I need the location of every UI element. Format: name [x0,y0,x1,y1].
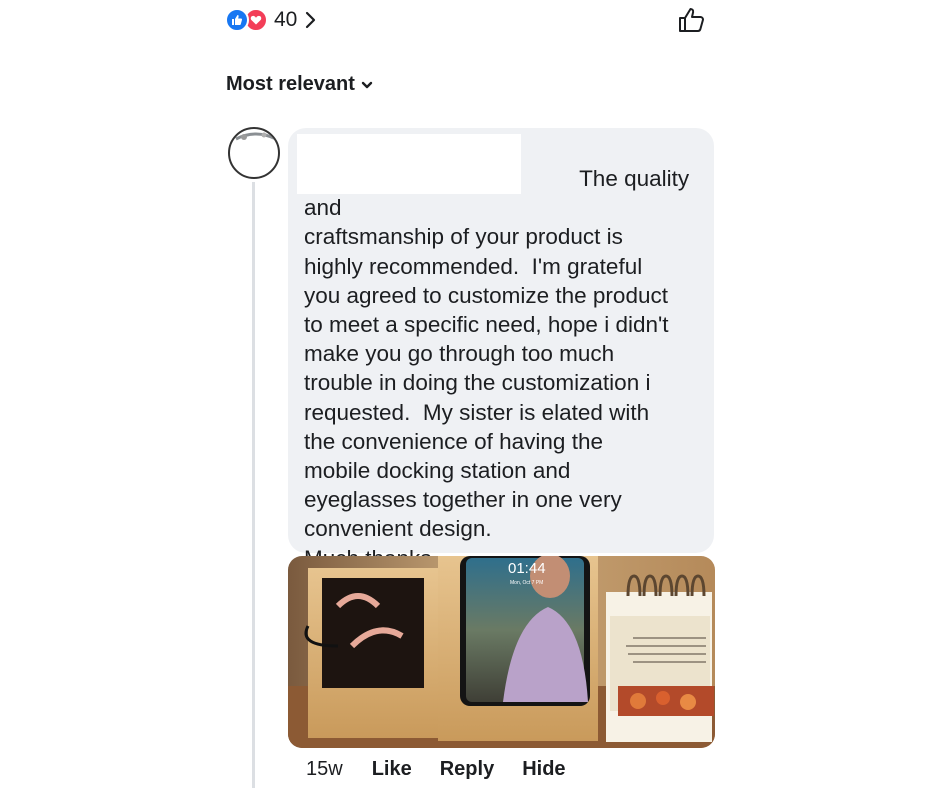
comment-photo[interactable]: 01:44 Mon, Oct 7 PM [288,556,715,748]
like-comment-button[interactable]: Like [372,758,412,781]
phone-clock-text: 01:44 [508,560,546,577]
like-reaction-icon [225,8,249,32]
product-photo-image: 01:44 Mon, Oct 7 PM [288,556,715,748]
avatar[interactable] [228,127,280,179]
chevron-right-icon [305,11,317,29]
avatar-image [235,132,277,141]
comment-actions: 15w Like Reply Hide [306,758,594,781]
sort-label: Most relevant [226,73,355,95]
reactions-summary[interactable]: 40 [225,7,317,33]
hide-button[interactable]: Hide [522,758,565,781]
thumbs-up-icon [679,8,704,32]
phone-date-text: Mon, Oct 7 PM [510,580,543,586]
comment-sort-dropdown[interactable]: Most relevant [226,73,373,96]
reaction-count: 40 [274,8,298,31]
comment-timestamp[interactable]: 15w [306,758,343,781]
comment-text: The quality and craftsmanship of your pr… [304,166,690,571]
like-post-button[interactable] [676,4,708,36]
reply-thread-line [252,182,255,788]
reply-button[interactable]: Reply [440,758,494,781]
chevron-down-icon [361,80,373,90]
